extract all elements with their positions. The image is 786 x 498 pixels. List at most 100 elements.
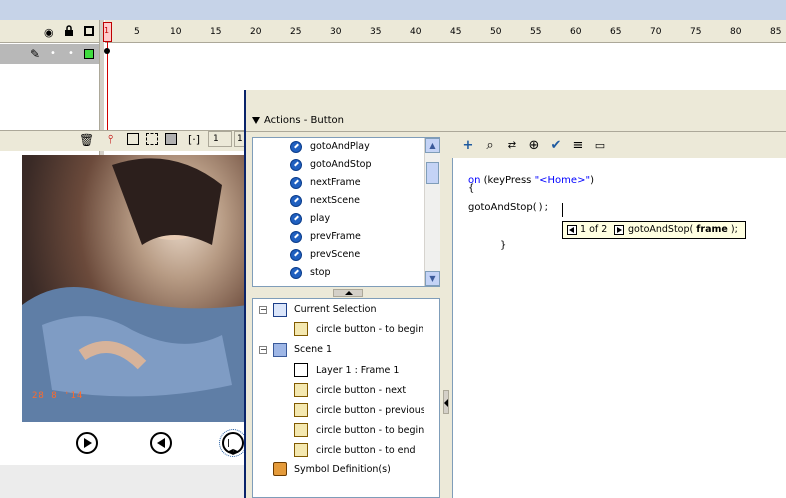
frame-number-label: 40 (410, 27, 422, 37)
frame-number-label: 65 (610, 27, 622, 37)
frame-cells[interactable] (103, 43, 786, 63)
collapse-current-selection[interactable]: − (259, 306, 267, 314)
tree-current-selection-item[interactable]: circle button - to beginning (316, 324, 423, 335)
button-symbol-icon (294, 403, 308, 417)
play-icon (84, 438, 92, 448)
panel-vertical-divider[interactable] (441, 137, 449, 498)
hint-prev-icon (569, 227, 574, 233)
code-close-paren: ) (590, 175, 594, 186)
collapse-arrow-icon[interactable] (252, 117, 260, 124)
visibility-dot[interactable]: • (50, 48, 56, 59)
play-circle-button[interactable] (76, 432, 98, 454)
action-icon (290, 141, 302, 153)
tree-scene-item[interactable]: circle button - next (316, 385, 424, 396)
center-frame-icon[interactable]: ⫯ (108, 132, 113, 147)
frame-number-label: 75 (690, 27, 702, 37)
scroll-thumb[interactable] (426, 162, 439, 184)
trash-icon[interactable]: 🗑 (79, 133, 94, 147)
frame-number-label: 20 (250, 27, 262, 37)
eye-icon[interactable]: ◉ (44, 26, 54, 39)
text-caret (562, 203, 563, 217)
keyframe-marker (104, 48, 110, 54)
symbol-definitions-icon (273, 462, 287, 476)
onion-skin-icon[interactable] (127, 133, 139, 145)
frame-number-label: 30 (330, 27, 342, 37)
action-list-item[interactable]: stop (310, 267, 331, 278)
frame-number-label: 45 (450, 27, 462, 37)
playhead[interactable]: 1 (103, 22, 112, 42)
tree-current-selection[interactable]: Current Selection (294, 304, 376, 315)
hint-signature: gotoAndStop( frame ); (628, 224, 738, 235)
title-strip (0, 0, 786, 20)
show-code-hint-icon[interactable]: ▭ (592, 138, 608, 154)
frame-number-label: 55 (530, 27, 542, 37)
collapse-scene-1[interactable]: − (259, 346, 267, 354)
panel-split-handle[interactable] (333, 289, 363, 297)
edit-multiple-frames-icon[interactable] (165, 133, 177, 145)
tree-scene-item[interactable]: circle button - to end (316, 445, 424, 456)
action-list-item[interactable]: nextFrame (310, 177, 361, 188)
hint-next-button[interactable] (614, 225, 624, 235)
tree-scene-item[interactable]: Layer 1 : Frame 1 (316, 365, 424, 376)
previous-icon (157, 438, 165, 448)
hint-signature-prefix: gotoAndStop( (628, 224, 694, 235)
actions-list-scrollbar[interactable]: ▲ ▼ (424, 138, 440, 286)
insert-target-path-icon[interactable]: ⊕ (526, 138, 542, 154)
action-list-item[interactable]: prevScene (310, 249, 360, 260)
to-beginning-circle-button[interactable]: |◀▶ (219, 429, 247, 457)
frame-number-label: 60 (570, 27, 582, 37)
frame-number-label: 80 (730, 27, 742, 37)
action-list-item[interactable]: play (310, 213, 330, 224)
current-selection-icon (273, 303, 287, 317)
scroll-down-button[interactable]: ▼ (425, 271, 440, 286)
tree-scene-item[interactable]: circle button - previous (316, 405, 424, 416)
frame-number-label: 5 (134, 27, 140, 37)
frame-number-label: 10 (170, 27, 182, 37)
timeline-header (0, 20, 786, 43)
action-list-item[interactable]: gotoAndPlay (310, 141, 370, 152)
action-list-item[interactable]: nextScene (310, 195, 360, 206)
code-key-string: "<Home>" (534, 175, 591, 186)
previous-circle-button[interactable] (150, 432, 172, 454)
code-line-3: gotoAndStop(); (468, 202, 550, 213)
find-icon[interactable]: ⌕ (482, 138, 498, 154)
action-icon (290, 195, 302, 207)
lock-dot[interactable]: • (68, 48, 74, 59)
tree-symbol-definitions[interactable]: Symbol Definition(s) (294, 464, 391, 475)
frame-number-label: 25 (290, 27, 302, 37)
auto-format-icon[interactable]: ≡ (570, 138, 586, 154)
outline-icon[interactable] (84, 26, 94, 36)
hint-prev-button[interactable] (567, 225, 577, 235)
find-replace-icon[interactable]: ⇄ (504, 138, 520, 154)
lock-icon[interactable] (64, 25, 73, 36)
action-icon (290, 231, 302, 243)
layer-color-swatch[interactable] (84, 49, 94, 59)
button-symbol-icon (294, 443, 308, 457)
onion-skin-outlines-icon[interactable] (146, 133, 158, 145)
divider-collapse-grip[interactable] (443, 390, 449, 414)
hint-counter: 1 of 2 (580, 224, 608, 235)
action-list-item[interactable]: gotoAndStop (310, 159, 372, 170)
current-frame-field[interactable]: 1 (208, 131, 232, 147)
action-list-item[interactable]: prevFrame (310, 231, 361, 242)
frame-icon (294, 363, 308, 377)
scene-icon (273, 343, 287, 357)
code-line-2: { (468, 183, 475, 194)
split-arrow-icon (345, 291, 353, 295)
script-toolbar (452, 135, 786, 157)
stage-photo[interactable] (22, 155, 248, 422)
scroll-up-button[interactable]: ▲ (425, 138, 440, 153)
frame-number-label: 50 (490, 27, 502, 37)
add-statement-icon[interactable]: + (460, 138, 476, 154)
hint-signature-param: frame (696, 224, 728, 235)
pencil-icon: ✎ (30, 47, 41, 61)
button-symbol-icon (294, 423, 308, 437)
tree-scene-item[interactable]: circle button - to beginning (316, 425, 424, 436)
actions-panel-title: Actions - Button (264, 115, 344, 126)
tree-scene-1[interactable]: Scene 1 (294, 344, 332, 355)
actions-panel-titlebar[interactable]: Actions - Button (246, 113, 786, 132)
action-icon (290, 249, 302, 261)
to-beginning-icon: |◀▶ (227, 438, 240, 456)
modify-onion-markers-icon[interactable]: [·] (188, 133, 200, 146)
check-syntax-icon[interactable]: ✔ (548, 138, 564, 154)
